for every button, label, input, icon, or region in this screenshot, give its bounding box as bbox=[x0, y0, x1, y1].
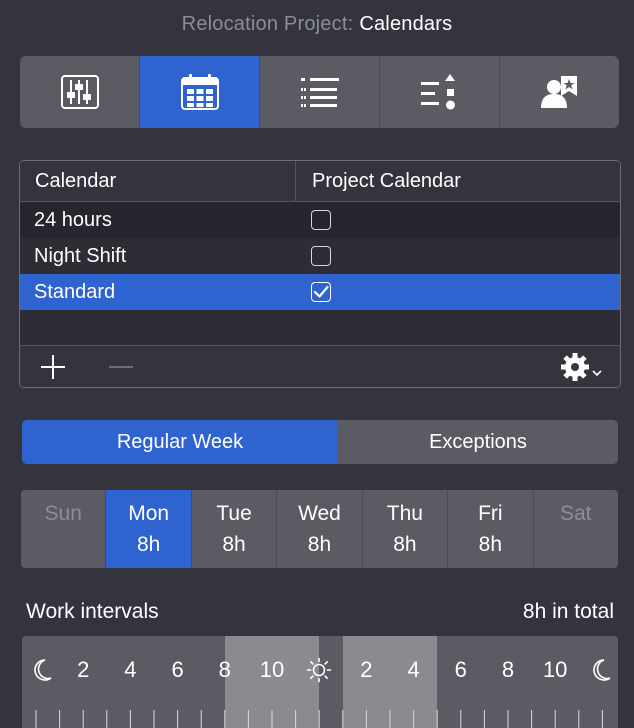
sorted-list-icon bbox=[420, 74, 455, 110]
work-intervals-label: Work intervals bbox=[26, 600, 159, 623]
day-wednesday[interactable]: Wed 8h bbox=[277, 490, 363, 568]
day-name: Mon bbox=[128, 502, 170, 525]
window-title: Relocation Project: Calendars bbox=[0, 13, 634, 36]
project-calendar-checkbox[interactable] bbox=[311, 210, 331, 230]
day-hours: 8h bbox=[222, 533, 246, 556]
checkmark-icon bbox=[313, 285, 329, 298]
table-row[interactable]: 24 hours bbox=[20, 202, 620, 238]
calendar-name: Night Shift bbox=[34, 244, 127, 267]
table-footer bbox=[20, 345, 620, 387]
list-icon bbox=[300, 78, 339, 107]
empty-row bbox=[20, 310, 620, 346]
day-name: Thu bbox=[386, 502, 423, 525]
add-calendar-button[interactable] bbox=[40, 354, 66, 380]
calendar-name: 24 hours bbox=[34, 208, 112, 231]
day-name: Tue bbox=[216, 502, 252, 525]
day-name: Sat bbox=[559, 502, 592, 525]
project-calendar-checkbox[interactable] bbox=[311, 246, 331, 266]
sliders-icon bbox=[60, 75, 99, 109]
day-friday[interactable]: Fri 8h bbox=[448, 490, 534, 568]
day-name: Wed bbox=[298, 502, 341, 525]
tab-project-settings[interactable] bbox=[20, 56, 140, 128]
day-hours: 8h bbox=[393, 533, 417, 556]
hour-ticks bbox=[35, 710, 603, 728]
day-hours: 8h bbox=[478, 533, 502, 556]
calendar-icon bbox=[180, 74, 219, 110]
week-mode-toggle: Regular Week Exceptions bbox=[22, 420, 618, 464]
day-saturday[interactable]: Sat bbox=[534, 490, 618, 568]
tab-styles[interactable] bbox=[380, 56, 500, 128]
tab-task-list[interactable] bbox=[260, 56, 380, 128]
day-hours: 8h bbox=[136, 533, 161, 556]
column-header-project-calendar[interactable]: Project Calendar bbox=[296, 161, 461, 201]
regular-week-button[interactable]: Regular Week bbox=[22, 420, 338, 464]
work-interval-timeline[interactable]: 2 4 6 8 10 2 4 6 8 10 bbox=[22, 636, 618, 728]
inspector-tab-bar bbox=[20, 56, 619, 128]
work-intervals-total: 8h in total bbox=[522, 600, 614, 623]
view-name: Calendars bbox=[359, 13, 453, 35]
table-row[interactable]: Night Shift bbox=[20, 238, 620, 274]
day-tuesday[interactable]: Tue 8h bbox=[192, 490, 278, 568]
day-name: Sun bbox=[44, 502, 82, 525]
day-sunday[interactable]: Sun bbox=[21, 490, 107, 568]
exceptions-button[interactable]: Exceptions bbox=[338, 420, 618, 464]
column-header-calendar[interactable]: Calendar bbox=[20, 161, 296, 201]
tab-calendars[interactable] bbox=[140, 56, 260, 128]
person-star-icon bbox=[540, 76, 577, 108]
day-hours: 8h bbox=[307, 533, 332, 556]
day-name: Fri bbox=[478, 502, 503, 525]
project-calendar-checkbox[interactable] bbox=[311, 282, 331, 302]
calendars-table: Calendar Project Calendar 24 hours Night… bbox=[19, 160, 621, 388]
table-header: Calendar Project Calendar bbox=[20, 161, 620, 202]
day-monday[interactable]: Mon 8h bbox=[106, 490, 192, 568]
gear-menu-icon[interactable] bbox=[560, 352, 606, 382]
calendar-name: Standard bbox=[34, 280, 116, 303]
project-label: Relocation Project: bbox=[181, 13, 354, 35]
tab-resources[interactable] bbox=[500, 56, 619, 128]
weekday-selector: Sun Mon 8h Tue 8h Wed 8h Thu 8h Fri 8h Sat bbox=[21, 490, 618, 568]
day-thursday[interactable]: Thu 8h bbox=[363, 490, 449, 568]
table-row[interactable]: Standard bbox=[20, 274, 620, 310]
remove-calendar-button[interactable] bbox=[108, 354, 134, 380]
